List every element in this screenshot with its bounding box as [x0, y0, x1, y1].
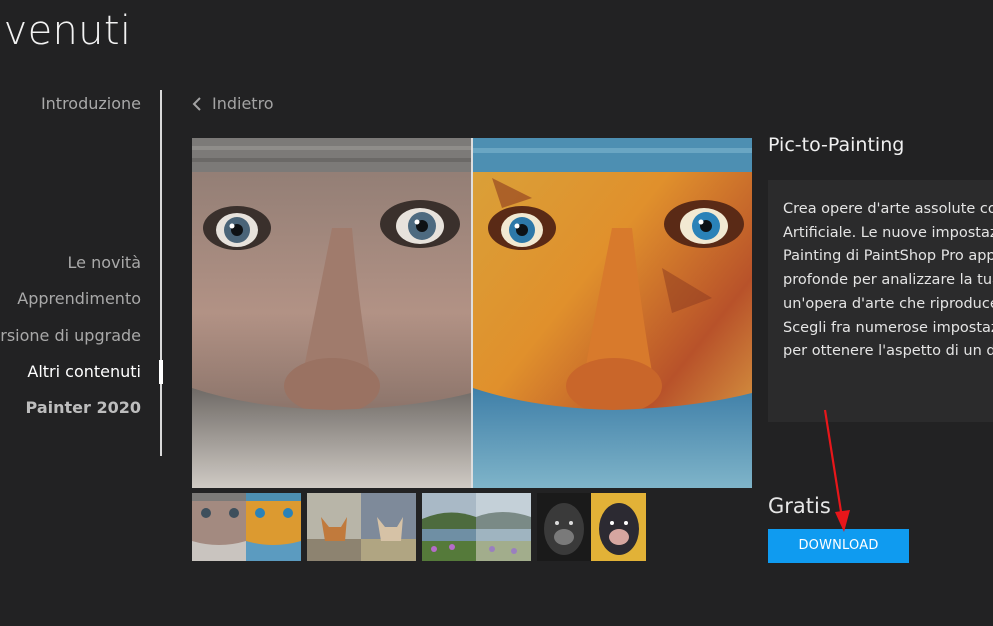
sidebar-item-versione-upgrade[interactable]: ersione di upgrade	[0, 326, 141, 345]
back-link[interactable]: Indietro	[192, 94, 274, 113]
sidebar-item-novita[interactable]: Le novità	[68, 253, 141, 272]
thumbnail-strip	[192, 493, 646, 561]
sidebar-divider	[160, 90, 162, 456]
thumbnail-foxes[interactable]	[307, 493, 416, 561]
description-line: Artificiale. Le nuove impostazi	[783, 224, 993, 241]
sidebar-item-introduzione[interactable]: Introduzione	[41, 94, 141, 113]
back-label: Indietro	[212, 94, 274, 113]
description-line: Crea opere d'arte assolute con	[783, 201, 993, 217]
description-line: Scegli fra numerose impostazi	[783, 319, 993, 336]
sidebar-nav: Introduzione Le novità Apprendimento ers…	[0, 90, 163, 456]
annotation-arrow-icon	[823, 409, 850, 532]
product-hero-image	[192, 138, 752, 488]
thumbnail-gorilla[interactable]	[537, 493, 646, 561]
sidebar-item-painter-2020[interactable]: Painter 2020	[26, 398, 141, 417]
description-line: un'opera d'arte che riproduce	[783, 295, 993, 312]
thumbnail-landscape[interactable]	[422, 493, 531, 561]
description-line: profonde per analizzare la tua	[783, 272, 993, 289]
sidebar-item-altri-contenuti[interactable]: Altri contenuti	[27, 362, 141, 381]
sidebar-item-apprendimento[interactable]: Apprendimento	[17, 289, 141, 308]
active-item-marker	[159, 360, 163, 384]
chevron-left-icon	[192, 96, 201, 111]
product-description: Crea opere d'arte assolute con Artificia…	[768, 180, 993, 422]
description-line: per ottenere l'aspetto di un di	[783, 343, 993, 360]
page-title: nvenuti	[0, 8, 132, 54]
thumbnail-portrait[interactable]	[192, 493, 301, 561]
description-line: Painting di PaintShop Pro app	[783, 248, 993, 265]
product-title: Pic-to-Painting	[768, 134, 905, 156]
